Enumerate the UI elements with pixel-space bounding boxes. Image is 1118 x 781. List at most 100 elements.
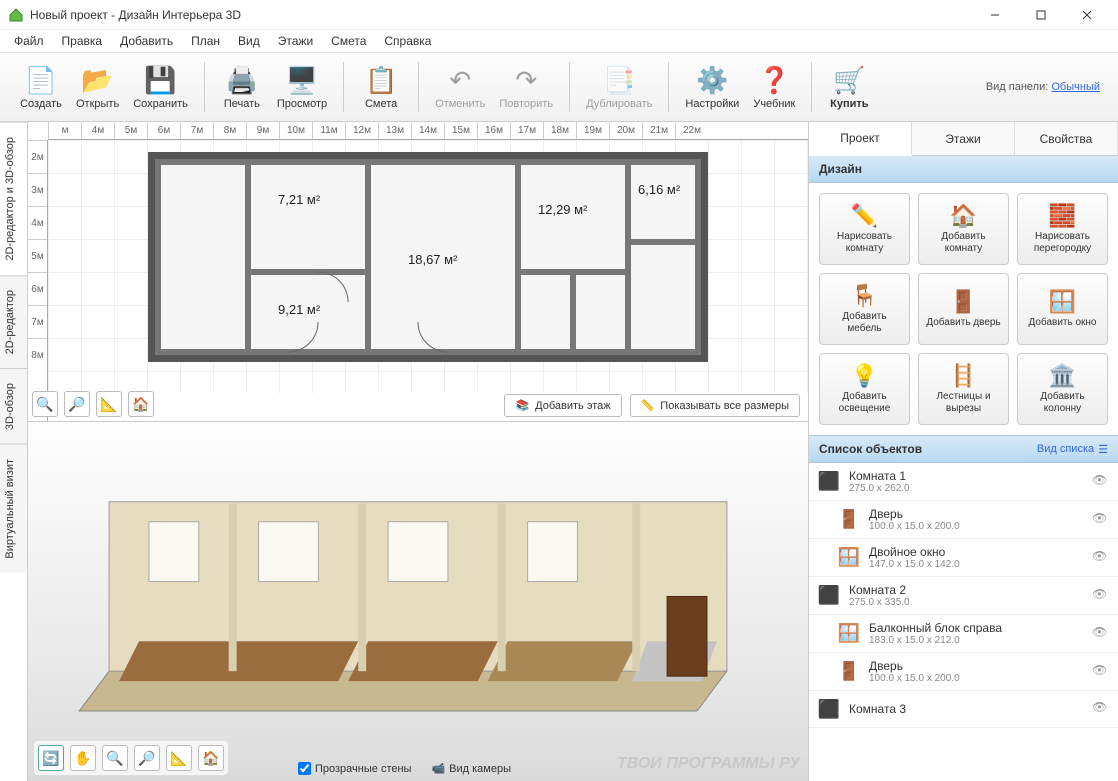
gear-icon: ⚙️ [696,64,728,96]
room-area-3: 12,29 м² [538,202,587,217]
vtab-2d[interactable]: 2D-редактор [0,275,27,368]
tab-project[interactable]: Проект [809,122,912,156]
zoom-out-3d-button[interactable]: 🔍 [102,745,128,771]
new-file-icon: 📄 [25,64,57,96]
print-button[interactable]: 🖨️Печать [215,57,269,117]
save-button[interactable]: 💾Сохранить [127,57,194,117]
zoom-out-button[interactable]: 🔍 [32,391,58,417]
eye-icon[interactable]: 👁 [1092,625,1110,643]
tutorial-button[interactable]: ❓Учебник [747,57,801,117]
room-area-5: 9,21 м² [278,302,320,317]
ruler-3d-button[interactable]: 📐 [166,745,192,771]
floorplan[interactable]: 7,21 м² 18,67 м² 12,29 м² 6,16 м² 9,21 м… [148,152,708,385]
show-dims-button[interactable]: 📏Показывать все размеры [630,394,800,417]
view-3d[interactable]: 🔄 ✋ 🔍 🔎 📐 🏠 Прозрачные стены 📹 Вид камер… [28,422,808,781]
eye-icon[interactable]: 👁 [1092,700,1110,718]
eye-icon[interactable]: 👁 [1092,473,1110,491]
menu-estimate[interactable]: Смета [323,32,374,50]
add-column-button[interactable]: 🏛️Добавить колонну [1017,353,1108,425]
window-title: Новый проект - Дизайн Интерьера 3D [30,8,972,22]
list-item[interactable]: 🪟Двойное окно147.0 x 15.0 x 142.0👁 [809,539,1118,577]
list-item[interactable]: 🚪Дверь100.0 x 15.0 x 200.0👁 [809,653,1118,691]
tab-floors[interactable]: Этажи [912,122,1015,155]
cube-icon: ⬛ [817,697,841,721]
view3d-tools: 🔄 ✋ 🔍 🔎 📐 🏠 [34,741,228,775]
menu-plan[interactable]: План [183,32,228,50]
menu-edit[interactable]: Правка [54,32,111,50]
add-lighting-button[interactable]: 💡Добавить освещение [819,353,910,425]
list-item[interactable]: ⬛Комната 3👁 [809,691,1118,728]
preview-button[interactable]: 🖥️Просмотр [271,57,333,117]
transparent-walls-checkbox[interactable]: Прозрачные стены [298,762,411,775]
add-floor-button[interactable]: 📚Добавить этаж [504,394,621,417]
cube-icon: ⬛ [817,584,841,608]
view-2d[interactable]: м4м5м6м7м8м9м10м11м12м13м14м15м16м17м18м… [28,122,808,422]
minimize-button[interactable] [972,0,1018,30]
duplicate-button[interactable]: 📑Дублировать [580,57,658,117]
diskette-icon: 💾 [145,64,177,96]
notepad-icon: 📋 [365,64,397,96]
ruler-button[interactable]: 📐 [96,391,122,417]
monitor-icon: 🖥️ [286,64,318,96]
vtab-3d[interactable]: 3D-обзор [0,368,27,444]
list-item[interactable]: 🚪Дверь100.0 x 15.0 x 200.0👁 [809,501,1118,539]
open-button[interactable]: 📂Открыть [70,57,125,117]
eye-icon[interactable]: 👁 [1092,587,1110,605]
home-button[interactable]: 🏠 [128,391,154,417]
add-room-button[interactable]: 🏠Добавить комнату [918,193,1009,265]
menu-floors[interactable]: Этажи [270,32,321,50]
home-3d-button[interactable]: 🏠 [198,745,224,771]
tab-props[interactable]: Свойства [1015,122,1118,155]
list-item[interactable]: ⬛Комната 1275.0 x 262.0👁 [809,463,1118,501]
floor-buttons: 📚Добавить этаж 📏Показывать все размеры [504,394,800,417]
app-icon [8,7,24,23]
design-section-header: Дизайн [809,156,1118,183]
estimate-button[interactable]: 📋Смета [354,57,408,117]
eye-icon[interactable]: 👁 [1092,663,1110,681]
layers-icon: 📚 [515,399,529,412]
draw-room-button[interactable]: ✏️Нарисовать комнату [819,193,910,265]
maximize-button[interactable] [1018,0,1064,30]
object-list[interactable]: ⬛Комната 1275.0 x 262.0👁 🚪Дверь100.0 x 1… [809,463,1118,781]
panel-mode-link[interactable]: Обычный [1051,81,1100,93]
list-item[interactable]: ⬛Комната 2275.0 x 335.0👁 [809,577,1118,615]
close-button[interactable] [1064,0,1110,30]
camera-icon: 📹 [431,762,445,775]
zoom-in-button[interactable]: 🔎 [64,391,90,417]
menu-add[interactable]: Добавить [112,32,181,50]
rotate-360-button[interactable]: 🔄 [38,745,64,771]
titlebar: Новый проект - Дизайн Интерьера 3D [0,0,1118,30]
redo-icon: ↷ [510,64,542,96]
undo-button[interactable]: ↶Отменить [429,57,491,117]
pan-button[interactable]: ✋ [70,745,96,771]
camera-view-button[interactable]: 📹 Вид камеры [431,762,511,775]
menu-help[interactable]: Справка [376,32,439,50]
window-icon: 🪟 [837,546,861,570]
ruler-vertical: 2м3м4м5м6м7м8м [28,140,48,421]
folder-open-icon: 📂 [82,64,114,96]
menu-view[interactable]: Вид [230,32,268,50]
list-item[interactable]: 🪟Балконный блок справа183.0 x 15.0 x 212… [809,615,1118,653]
right-tabs: Проект Этажи Свойства [809,122,1118,156]
cube-icon: ⬛ [817,470,841,494]
eye-icon[interactable]: 👁 [1092,511,1110,529]
settings-button[interactable]: ⚙️Настройки [679,57,745,117]
view-list-link[interactable]: Вид списка ☰ [1037,443,1108,456]
zoom-in-3d-button[interactable]: 🔎 [134,745,160,771]
eye-icon[interactable]: 👁 [1092,549,1110,567]
vtab-combo[interactable]: 2D-редактор и 3D-обзор [0,122,27,275]
redo-button[interactable]: ↷Повторить [493,57,559,117]
cart-icon: 🛒 [833,64,865,96]
add-furniture-button[interactable]: 🪑Добавить мебель [819,273,910,345]
vtab-virtual[interactable]: Виртуальный визит [0,444,27,573]
menu-file[interactable]: Файл [6,32,52,50]
dimensions-icon: 📏 [641,399,655,412]
buy-button[interactable]: 🛒Купить [822,57,876,117]
brick-wall-icon: 🧱 [1049,203,1076,229]
draw-partition-button[interactable]: 🧱Нарисовать перегородку [1017,193,1108,265]
add-window-button[interactable]: 🪟Добавить окно [1017,273,1108,345]
create-button[interactable]: 📄Создать [14,57,68,117]
add-door-button[interactable]: 🚪Добавить дверь [918,273,1009,345]
add-room-icon: 🏠 [950,203,977,229]
stairs-cutouts-button[interactable]: 🪜Лестницы и вырезы [918,353,1009,425]
